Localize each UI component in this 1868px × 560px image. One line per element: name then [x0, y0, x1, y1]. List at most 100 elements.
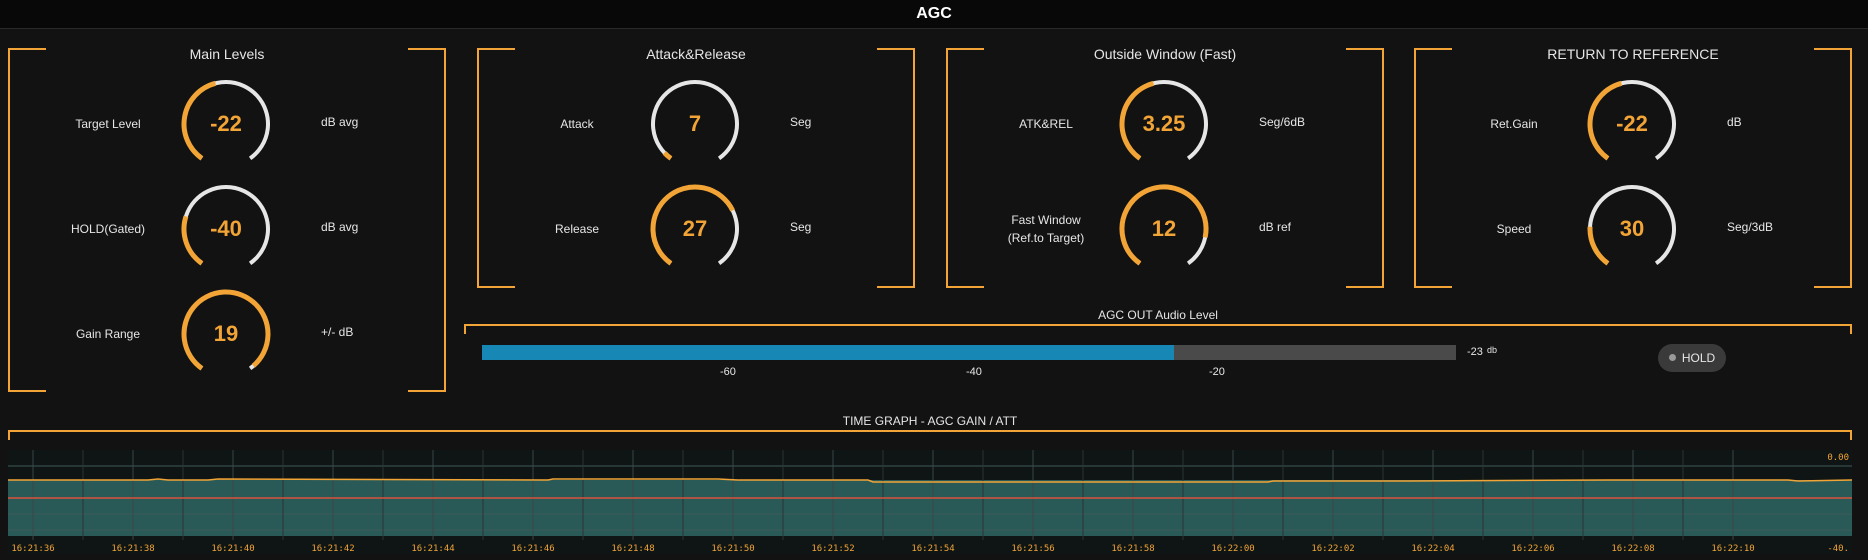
- knob-row-fast-window: Fast Window (Ref.to Target) 12 dB ref: [946, 183, 1384, 275]
- knob-value: 7: [688, 111, 702, 136]
- knob-label: Target Level: [33, 115, 183, 133]
- meter-tick-60: -60: [720, 366, 736, 378]
- knob-label: Attack: [502, 115, 652, 133]
- graph-time-label: 16:22:02: [1311, 544, 1354, 554]
- graph-bottom-label: -40.: [1827, 544, 1849, 554]
- knob-unit: dB: [1727, 115, 1742, 129]
- panel-outside-window-fast: Outside Window (Fast) ATK&REL 3.25 Seg/6dB F…: [946, 46, 1384, 288]
- knob-row-atk-rel: ATK&REL 3.25 Seg/6dB: [946, 78, 1384, 170]
- meter-tick-40: -40: [966, 366, 982, 378]
- graph-time-label: 16:22:08: [1611, 544, 1654, 554]
- knob-label-text: Target Level: [75, 117, 141, 131]
- knob-row-release: Release 27 Seg: [477, 183, 915, 275]
- knob-label: Release: [502, 220, 652, 238]
- knob-row-speed: Speed 30 Seg/3dB: [1414, 183, 1852, 275]
- knob-row-attack: Attack 7 Seg: [477, 78, 915, 170]
- knob-ret-gain[interactable]: -22: [1584, 76, 1680, 172]
- graph-gain-area: [8, 480, 1852, 536]
- graph-time-label: 16:21:36: [11, 544, 54, 554]
- window-title: AGC: [0, 0, 1868, 29]
- knob-fast-window[interactable]: 12: [1116, 181, 1212, 277]
- panel-title: Outside Window (Fast): [1093, 46, 1237, 62]
- knob-label: Speed: [1439, 220, 1589, 238]
- knob-unit: Seg/6dB: [1259, 115, 1306, 129]
- knob-label: ATK&REL: [971, 115, 1121, 133]
- panel-return-to-reference: RETURN TO REFERENCE Ret.Gain -22 dB Speed 30 S…: [1414, 46, 1852, 288]
- knob-label-text: Gain Range: [75, 327, 141, 341]
- meter-title: AGC OUT Audio Level: [1098, 308, 1218, 322]
- knob-label: HOLD(Gated): [33, 220, 183, 238]
- knob-label-text: Speed: [1496, 222, 1532, 236]
- knob-hold-gated[interactable]: -40: [178, 181, 274, 277]
- knob-unit: dB avg: [321, 220, 359, 234]
- graph-time-label: 16:22:06: [1511, 544, 1554, 554]
- knob-value: -22: [1616, 111, 1648, 136]
- knob-gain-range[interactable]: 19: [178, 286, 274, 382]
- graph-time-label: 16:21:58: [1111, 544, 1154, 554]
- knob-label: Ret.Gain: [1439, 115, 1589, 133]
- meter-section-bracket: [464, 324, 1852, 334]
- meter-tick-20: -20: [1209, 366, 1225, 378]
- knob-unit: dB avg: [321, 115, 359, 129]
- knob-value: 3.25: [1142, 111, 1186, 136]
- graph-time-label: 16:21:46: [511, 544, 554, 554]
- graph-time-label: 16:21:38: [111, 544, 154, 554]
- knob-label-text: Release: [554, 222, 600, 236]
- graph-time-label: 16:22:00: [1211, 544, 1254, 554]
- knob-value: -22: [210, 111, 242, 136]
- knob-row-ret-gain: Ret.Gain -22 dB: [1414, 78, 1852, 170]
- knob-label-text: Ret.Gain: [1490, 117, 1538, 131]
- knob-unit: Seg/3dB: [1727, 220, 1774, 234]
- panel-title: RETURN TO REFERENCE: [1547, 46, 1719, 62]
- knob-target-level[interactable]: -22: [178, 76, 274, 172]
- meter-value-label: -23: [1467, 346, 1483, 358]
- knob-row-gain-range: Gain Range 19 +/- dB: [8, 288, 446, 380]
- knob-value: 30: [1619, 216, 1645, 241]
- graph-time-label: 16:21:50: [711, 544, 754, 554]
- panel-title: Attack&Release: [646, 46, 746, 62]
- graph-time-label: 16:21:44: [411, 544, 454, 554]
- knob-label-text: Fast Window: [1011, 213, 1081, 227]
- audio-level-meter: [482, 345, 1456, 360]
- graph-time-label: 16:21:52: [811, 544, 854, 554]
- graph-title: TIME GRAPH - AGC GAIN / ATT: [842, 414, 1018, 428]
- agc-time-graph-svg: 16:21:36 16:21:38 16:21:40 16:21:42 16:21:44…: [8, 450, 1852, 554]
- panel-attack-release: Attack&Release Attack 7 Seg Release 27 Seg: [477, 46, 915, 288]
- knob-speed[interactable]: 30: [1584, 181, 1680, 277]
- hold-indicator-icon: [1668, 354, 1676, 362]
- knob-row-hold-gated: HOLD(Gated) -40 dB avg: [8, 183, 446, 275]
- knob-value: -40: [210, 216, 242, 241]
- graph-time-label: 16:21:40: [211, 544, 254, 554]
- knob-label-text: ATK&REL: [1019, 117, 1073, 131]
- knob-unit: +/- dB: [321, 325, 354, 339]
- knob-value: 27: [682, 216, 708, 241]
- graph-top-label: 0.00: [1827, 453, 1849, 463]
- graph-time-label: 16:22:04: [1411, 544, 1454, 554]
- knob-label-text: Attack: [560, 117, 594, 131]
- knob-label-subtext: (Ref.to Target): [1007, 231, 1085, 245]
- knob-atk-rel[interactable]: 3.25: [1116, 76, 1212, 172]
- knob-label: Gain Range: [33, 325, 183, 343]
- agc-time-graph: 16:21:36 16:21:38 16:21:40 16:21:42 16:21:44…: [8, 450, 1852, 554]
- knob-unit: Seg: [790, 220, 812, 234]
- knob-value: 12: [1151, 216, 1177, 241]
- knob-release[interactable]: 27: [647, 181, 743, 277]
- knob-row-target-level: Target Level -22 dB avg: [8, 78, 446, 170]
- knob-unit: Seg: [790, 115, 812, 129]
- graph-time-label: 16:21:42: [311, 544, 354, 554]
- panel-main-levels: Main Levels Target Level -22 dB avg HOLD(Gat…: [8, 46, 446, 392]
- knob-attack[interactable]: 7: [647, 76, 743, 172]
- meter-unit-label: db: [1487, 345, 1498, 355]
- graph-section-bracket: [8, 430, 1852, 440]
- knob-label-text: HOLD(Gated): [70, 222, 146, 236]
- graph-time-label: 16:22:10: [1711, 544, 1754, 554]
- knob-value: 19: [213, 321, 239, 346]
- hold-button[interactable]: HOLD: [1658, 344, 1726, 372]
- graph-time-label: 16:21:56: [1011, 544, 1054, 554]
- audio-level-fill: [482, 345, 1174, 360]
- panel-title: Main Levels: [189, 46, 265, 62]
- hold-button-label: HOLD: [1681, 351, 1716, 365]
- graph-time-label: 16:21:54: [911, 544, 954, 554]
- graph-time-label: 16:21:48: [611, 544, 654, 554]
- knob-label: Fast Window (Ref.to Target): [971, 211, 1121, 247]
